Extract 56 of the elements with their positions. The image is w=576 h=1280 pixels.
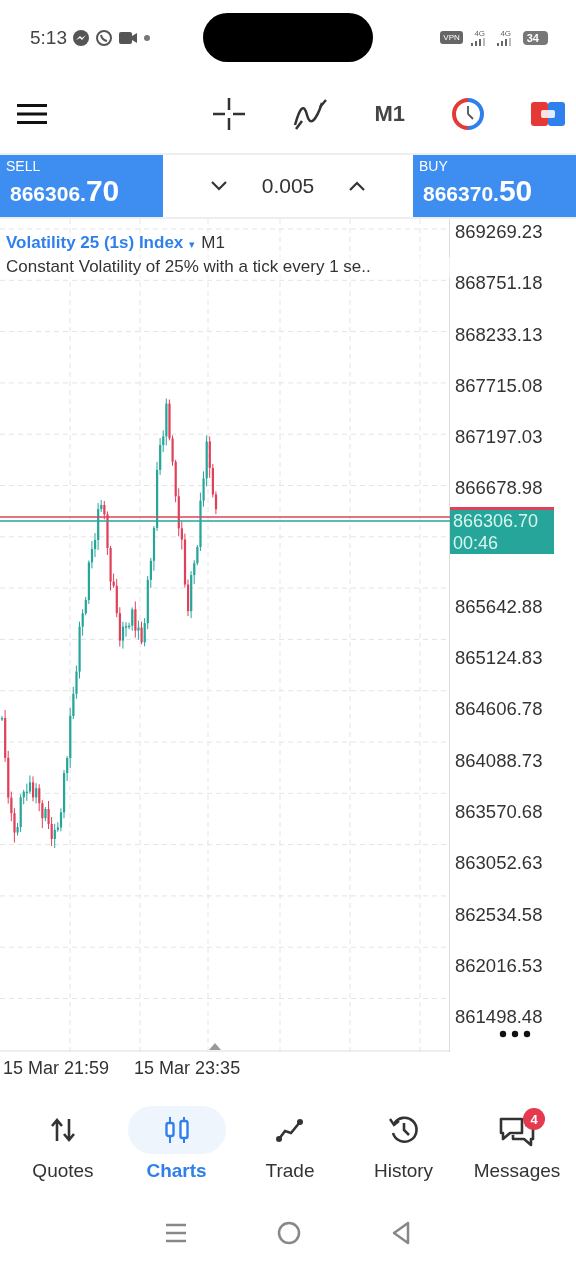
nav-tab[interactable]: History bbox=[352, 1106, 455, 1206]
time-label: 15 Mar 23:35 bbox=[134, 1057, 241, 1079]
notification-badge: 4 bbox=[523, 1108, 545, 1130]
symbol-description: Constant Volatility of 25% with a tick every 1 se.. bbox=[6, 257, 450, 277]
price-label: 862016.53 bbox=[454, 954, 543, 977]
more-icon[interactable] bbox=[499, 1030, 531, 1038]
price-label: 864606.78 bbox=[454, 698, 543, 721]
symbol-dropdown-icon[interactable]: ▾ bbox=[189, 238, 196, 251]
price-label: 863052.63 bbox=[454, 852, 543, 875]
price-label: 867715.08 bbox=[454, 374, 543, 397]
status-time: 5:13 bbox=[30, 26, 67, 49]
recents-icon[interactable] bbox=[165, 1223, 187, 1243]
nav-tab[interactable]: Trade bbox=[239, 1106, 341, 1206]
price-label: 863570.68 bbox=[454, 800, 543, 823]
symbol-name[interactable]: Volatility 25 (1s) Index bbox=[6, 233, 184, 253]
trade-icon[interactable] bbox=[531, 100, 565, 128]
price-label: 865642.88 bbox=[454, 595, 543, 618]
signal-indicator: 4G bbox=[470, 29, 489, 46]
crosshair-icon[interactable] bbox=[212, 97, 247, 131]
candlestick-icon bbox=[162, 1115, 191, 1145]
nav-tab[interactable]: Charts bbox=[125, 1106, 228, 1206]
price-label: 861498.48 bbox=[454, 1006, 543, 1029]
increase-volume-icon[interactable] bbox=[348, 180, 367, 192]
bar-countdown: 00:46 bbox=[453, 531, 500, 554]
battery-indicator: 34 bbox=[522, 30, 548, 45]
menu-icon[interactable] bbox=[17, 103, 47, 125]
indicator-icon[interactable] bbox=[292, 97, 329, 131]
messenger-icon bbox=[72, 28, 90, 47]
home-icon[interactable] bbox=[277, 1221, 301, 1245]
nav-tab[interactable]: 4 Messages bbox=[466, 1106, 568, 1206]
dot-icon bbox=[143, 33, 151, 42]
price-label: 864088.73 bbox=[454, 749, 543, 772]
decrease-volume-icon[interactable] bbox=[209, 180, 228, 192]
current-price: 866306.70 bbox=[453, 509, 540, 532]
price-label: 869269.23 bbox=[454, 221, 543, 243]
price-label: 868233.13 bbox=[454, 323, 543, 346]
volume-field[interactable]: 0.005 bbox=[261, 174, 315, 198]
time-label: 15 Mar 21:59 bbox=[3, 1057, 110, 1079]
back-icon[interactable] bbox=[391, 1221, 411, 1245]
chart-timeframe: M1 bbox=[201, 233, 225, 253]
price-label: 868751.18 bbox=[454, 272, 543, 295]
vpn-indicator: VPN bbox=[440, 31, 463, 44]
history-icon bbox=[387, 1114, 420, 1146]
line-chart-icon bbox=[275, 1117, 305, 1143]
video-camera-icon bbox=[118, 29, 138, 46]
whatsapp-icon bbox=[95, 28, 113, 47]
price-label: 862534.58 bbox=[454, 903, 543, 926]
signal-indicator: 4G bbox=[496, 29, 515, 46]
price-label: 867197.03 bbox=[454, 426, 543, 449]
price-label: 866678.98 bbox=[454, 477, 543, 500]
price-label: 865124.83 bbox=[454, 647, 543, 670]
timeframe-button[interactable]: M1 bbox=[374, 101, 405, 127]
clock-icon[interactable] bbox=[451, 97, 485, 131]
nav-tab[interactable]: Quotes bbox=[12, 1106, 114, 1206]
scroll-marker-icon[interactable] bbox=[209, 1043, 221, 1050]
arrows-icon bbox=[49, 1117, 77, 1143]
